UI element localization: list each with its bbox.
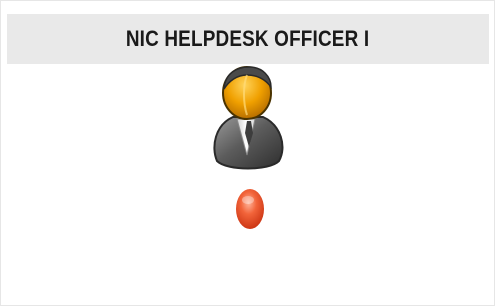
- user-avatar-icon[interactable]: [207, 63, 289, 175]
- profile-card: NIC HELPDESK OFFICER I: [0, 0, 495, 306]
- card-title: NIC HELPDESK OFFICER I: [126, 26, 370, 51]
- status-dot-icon: [234, 187, 266, 231]
- card-header: NIC HELPDESK OFFICER I: [7, 14, 489, 64]
